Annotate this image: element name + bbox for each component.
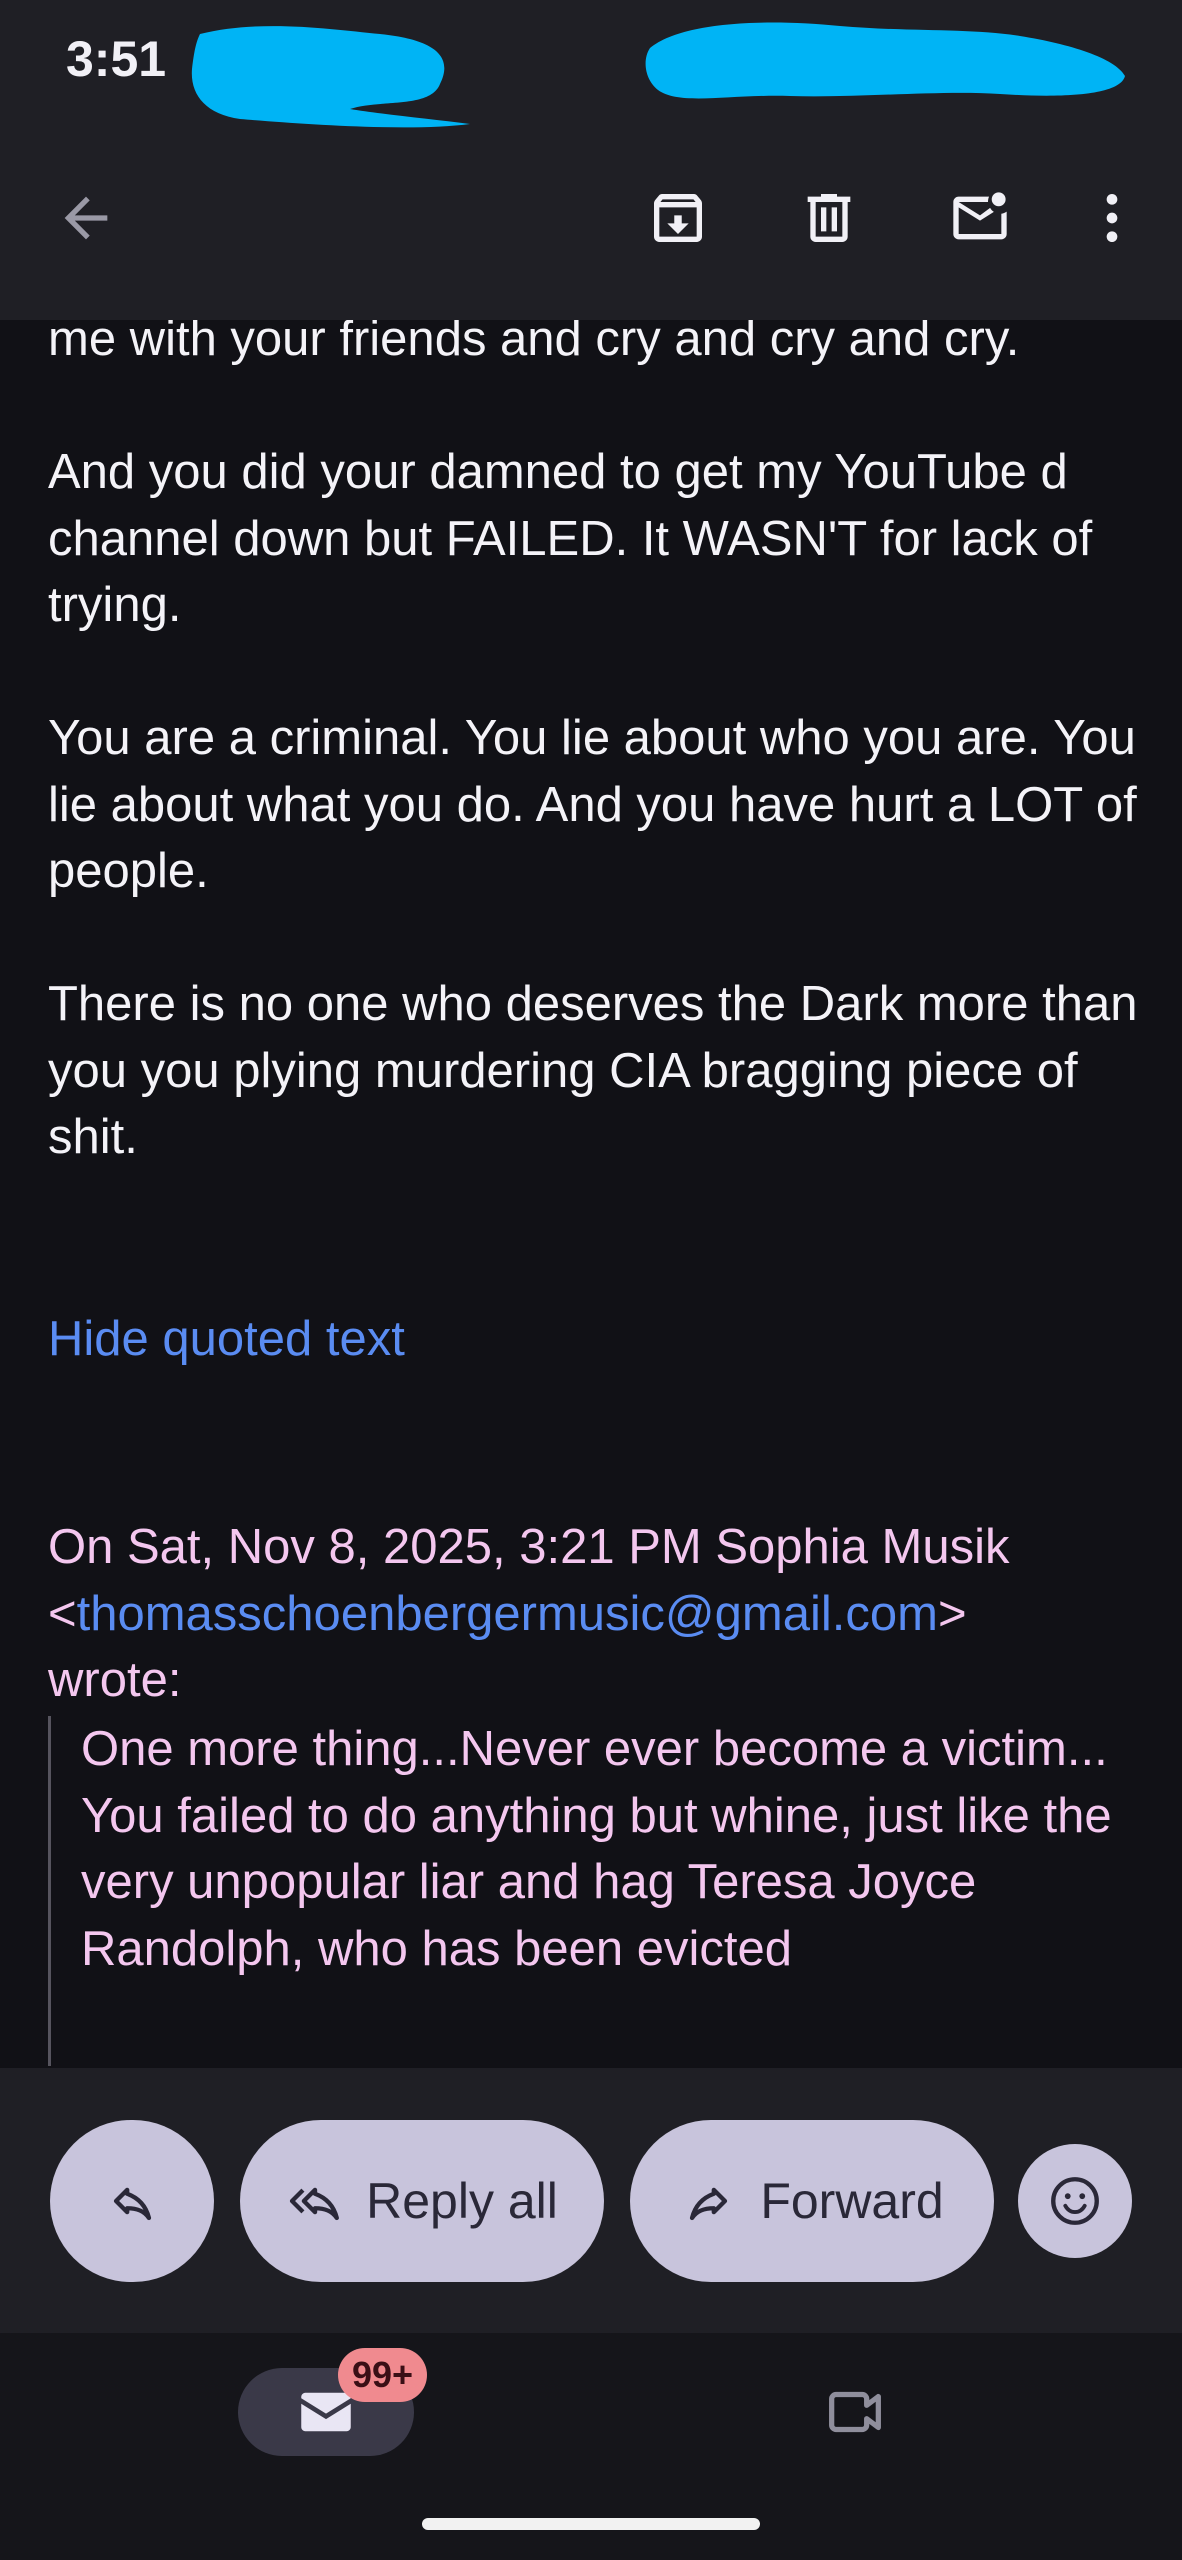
quoted-line: One more thing...Never ever become a vic… [81, 1722, 1108, 1776]
forward-label: Forward [760, 2173, 944, 2229]
email-screen: me with your friends and cry and cry and… [0, 0, 1182, 2560]
archive-button[interactable] [630, 170, 726, 266]
quoted-text-block: One more thing...Never ever become a vic… [48, 1716, 1158, 2066]
reply-all-label: Reply all [366, 2173, 558, 2229]
back-button[interactable] [38, 170, 134, 266]
hide-quoted-text-link[interactable]: Hide quoted text [48, 1306, 405, 1372]
delete-icon [807, 194, 851, 242]
sender-email-link[interactable]: thomasschoenbergermusic@gmail.com [77, 1587, 938, 1641]
body-paragraph: There is no one who deserves the Dark mo… [48, 977, 1138, 1164]
emoji-icon [1051, 2177, 1099, 2225]
mark-unread-icon [953, 192, 1007, 240]
meet-tab[interactable] [810, 2368, 900, 2456]
video-icon [829, 2391, 881, 2433]
reply-all-icon [289, 2187, 340, 2221]
delete-button[interactable] [781, 170, 877, 266]
status-time: 3:51 [66, 31, 167, 87]
reply-all-button[interactable]: Reply all [240, 2120, 604, 2282]
forward-icon [690, 2187, 728, 2221]
reply-icon [113, 2187, 152, 2221]
quoted-line: You failed to do anything but whine, jus… [81, 1788, 1112, 1976]
more-vert-icon [1106, 194, 1118, 242]
reply-button[interactable] [50, 2120, 214, 2282]
quote-header: On Sat, Nov 8, 2025, 3:21 PM Sophia Musi… [48, 1514, 1158, 1714]
message-body: me with your friends and cry and cry and… [48, 306, 1148, 1237]
archive-icon [654, 194, 702, 242]
body-paragraph: You are a criminal. You lie about who yo… [48, 711, 1137, 898]
arrow-back-icon [64, 196, 108, 240]
redaction-mark [191, 26, 470, 128]
redaction-mark [645, 22, 1125, 99]
mark-unread-button[interactable] [932, 170, 1028, 266]
forward-button[interactable]: Forward [630, 2120, 994, 2282]
quote-header-wrote: wrote: [48, 1653, 182, 1707]
more-options-button[interactable] [1064, 170, 1160, 266]
body-paragraph: And you did your damned to get my YouTub… [48, 445, 1093, 632]
top-app-bar: 3:51 [0, 0, 1182, 320]
quote-header-suffix: > [937, 1586, 967, 1641]
emoji-reaction-button[interactable] [1018, 2144, 1132, 2258]
home-indicator[interactable] [422, 2518, 760, 2530]
unread-count-badge: 99+ [338, 2348, 428, 2402]
